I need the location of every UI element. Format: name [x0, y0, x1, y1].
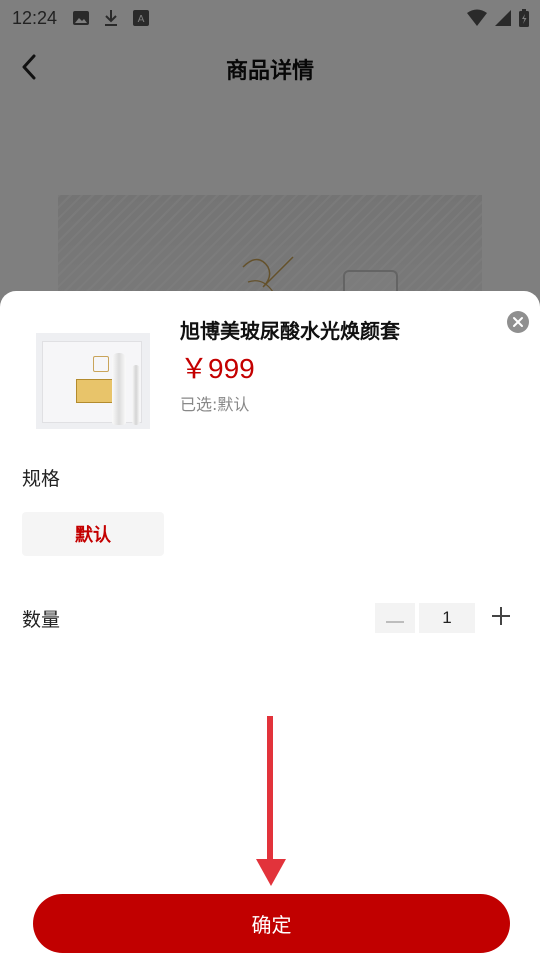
quantity-stepper: 1: [375, 603, 521, 633]
product-name: 旭博美玻尿酸水光焕颜套: [180, 319, 400, 343]
quantity-plus-button[interactable]: [481, 603, 521, 633]
spec-heading: 规格: [22, 468, 61, 490]
thumbnail-pen: [132, 365, 140, 425]
selected-spec-text: 已选:默认: [180, 395, 250, 414]
close-icon: [512, 313, 524, 332]
minus-icon: [386, 609, 404, 628]
annotation-arrow-icon: [256, 716, 286, 886]
thumbnail-box-emblem: [93, 356, 109, 372]
spec-selection-sheet: 旭博美玻尿酸水光焕颜套 ￥999 已选:默认 规格 默认 数量 1 确定: [0, 291, 540, 960]
thumbnail-bottle: [112, 353, 126, 425]
spec-option-default[interactable]: 默认: [22, 512, 164, 556]
close-button[interactable]: [507, 311, 529, 333]
confirm-button[interactable]: 确定: [33, 894, 510, 953]
quantity-value[interactable]: 1: [419, 603, 475, 633]
product-thumbnail: [36, 333, 150, 429]
product-price: ￥999: [180, 353, 255, 384]
thumbnail-gold-card: [76, 379, 114, 403]
quantity-minus-button[interactable]: [375, 603, 415, 633]
plus-icon: [492, 607, 510, 629]
quantity-heading: 数量: [22, 609, 61, 631]
